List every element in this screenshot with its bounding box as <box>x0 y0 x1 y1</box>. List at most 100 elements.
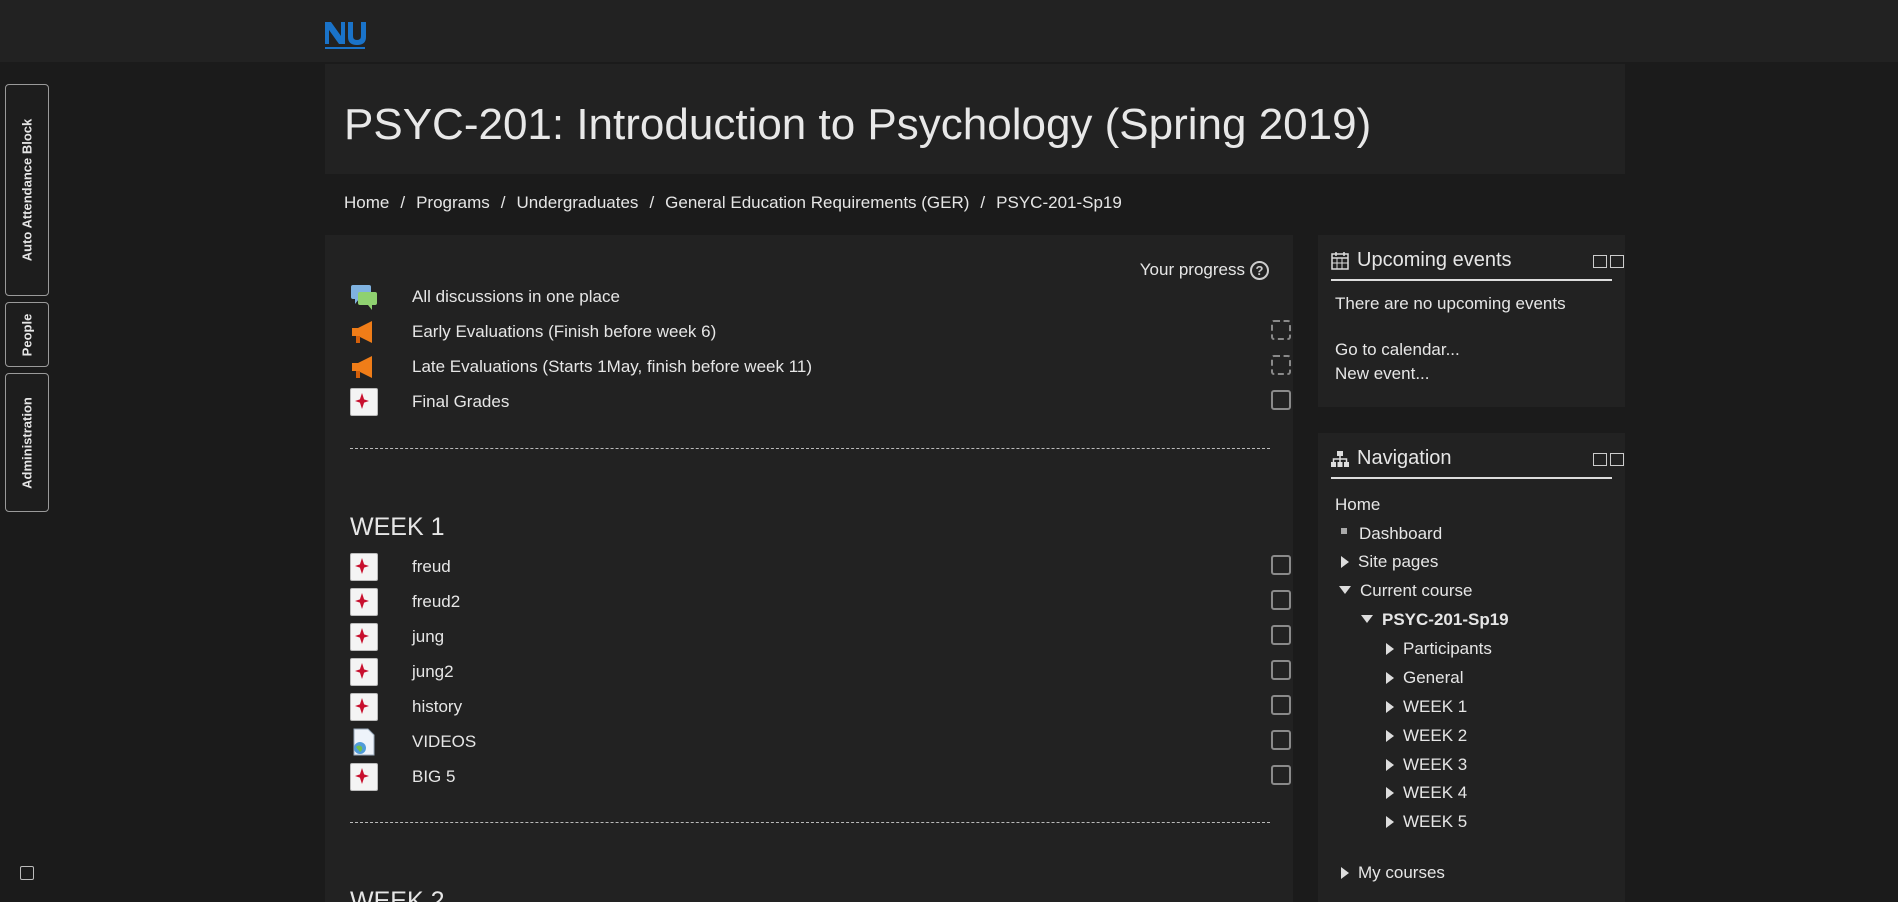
activity-big-5[interactable]: BIG 5 <box>350 763 1291 793</box>
go-to-calendar-link[interactable]: Go to calendar... <box>1335 340 1460 360</box>
expand-arrow-icon <box>1386 643 1394 655</box>
section-title-week-1: WEEK 1 <box>350 513 445 541</box>
activity-label: BIG 5 <box>412 767 456 786</box>
nav-week-2[interactable]: WEEK 2 <box>1386 726 1467 746</box>
site-logo[interactable] <box>323 14 369 52</box>
collapse-icon[interactable] <box>1593 255 1607 268</box>
pdf-icon <box>350 553 378 581</box>
forum-icon <box>351 285 377 310</box>
activity-final-grades[interactable]: Final Grades <box>350 388 1291 418</box>
activity-label: freud <box>412 557 451 576</box>
activity-jung2[interactable]: jung2 <box>350 658 1291 688</box>
top-navbar <box>0 0 1898 62</box>
sitemap-icon <box>1331 451 1349 467</box>
pdf-icon <box>350 388 378 416</box>
expand-arrow-icon <box>1386 672 1394 684</box>
nav-participants[interactable]: Participants <box>1386 639 1492 659</box>
activity-videos[interactable]: VIDEOS <box>350 728 1291 758</box>
nav-week-5[interactable]: WEEK 5 <box>1386 812 1467 832</box>
dock-icon[interactable] <box>1610 255 1624 268</box>
no-events-text: There are no upcoming events <box>1335 294 1566 313</box>
activity-freud2[interactable]: freud2 <box>350 588 1291 618</box>
new-event-link[interactable]: New event... <box>1335 364 1430 384</box>
activity-early-evaluations[interactable]: Early Evaluations (Finish before week 6) <box>350 318 1291 348</box>
block-header: Upcoming events <box>1331 249 1624 281</box>
pdf-icon <box>350 658 378 686</box>
pdf-icon <box>350 693 378 721</box>
breadcrumb-programs[interactable]: Programs <box>416 193 490 212</box>
completion-checkbox[interactable] <box>1271 660 1291 680</box>
expand-arrow-icon <box>1386 701 1394 713</box>
activity-late-evaluations[interactable]: Late Evaluations (Starts 1May, finish be… <box>350 353 1291 383</box>
expand-arrow-icon <box>1341 556 1349 568</box>
nav-label: Site pages <box>1358 552 1439 571</box>
nav-label: Participants <box>1403 639 1492 658</box>
nav-current-course[interactable]: Current course <box>1339 581 1472 601</box>
upcoming-events-block: Upcoming events There are no upcoming ev… <box>1318 235 1625 407</box>
nav-label: WEEK 1 <box>1403 697 1468 716</box>
activity-label: freud2 <box>412 592 461 611</box>
tab-administration[interactable]: Administration <box>5 373 49 512</box>
nav-my-courses[interactable]: My courses <box>1341 863 1445 883</box>
drawer-toggle-icon[interactable] <box>20 866 34 880</box>
nav-label: My courses <box>1358 863 1445 882</box>
activity-all-discussions[interactable]: All discussions in one place <box>350 283 1270 313</box>
pdf-icon <box>350 623 378 651</box>
breadcrumb-separator: / <box>980 193 986 212</box>
activity-label: jung2 <box>412 662 454 681</box>
completion-checkbox[interactable] <box>1271 355 1291 375</box>
breadcrumb-course[interactable]: PSYC-201-Sp19 <box>996 193 1122 212</box>
help-icon[interactable]: ? <box>1250 260 1269 280</box>
nav-home[interactable]: Home <box>1335 495 1380 515</box>
activity-label: All discussions in one place <box>412 287 620 306</box>
dock-icon[interactable] <box>1610 453 1624 466</box>
bullet-icon <box>1341 528 1347 534</box>
nav-site-pages[interactable]: Site pages <box>1341 552 1438 572</box>
completion-checkbox[interactable] <box>1271 590 1291 610</box>
tab-auto-attendance-block[interactable]: Auto Attendance Block <box>5 84 49 296</box>
expand-arrow-icon <box>1341 867 1349 879</box>
nav-week-1[interactable]: WEEK 1 <box>1386 697 1467 717</box>
activity-history[interactable]: history <box>350 693 1291 723</box>
nav-course-psyc-201-sp19[interactable]: PSYC-201-Sp19 <box>1361 610 1509 630</box>
url-icon <box>353 728 375 756</box>
tab-label: Administration <box>19 396 35 489</box>
nav-general[interactable]: General <box>1386 668 1463 688</box>
activity-jung[interactable]: jung <box>350 623 1291 653</box>
page-title: PSYC-201: Introduction to Psychology (Sp… <box>344 100 1372 149</box>
progress-label: Your progress <box>1139 260 1245 279</box>
expand-arrow-icon <box>1386 759 1394 771</box>
completion-checkbox[interactable] <box>1271 390 1291 410</box>
nav-label: General <box>1403 668 1464 687</box>
completion-checkbox[interactable] <box>1271 695 1291 715</box>
nav-label: Current course <box>1360 581 1473 600</box>
nav-week-3[interactable]: WEEK 3 <box>1386 755 1467 775</box>
nav-week-4[interactable]: WEEK 4 <box>1386 783 1467 803</box>
breadcrumb-undergraduates[interactable]: Undergraduates <box>517 193 639 212</box>
activity-label: history <box>412 697 463 716</box>
tab-label: Auto Attendance Block <box>19 118 35 262</box>
section-title-week-2: WEEK 2 <box>350 887 445 902</box>
activity-label: Final Grades <box>412 392 510 411</box>
section-divider <box>350 822 1270 823</box>
completion-checkbox[interactable] <box>1271 625 1291 645</box>
course-content: Your progress ? All discussions in one p… <box>325 235 1293 902</box>
tab-people[interactable]: People <box>5 302 49 367</box>
activity-label: VIDEOS <box>412 732 477 751</box>
breadcrumb-home[interactable]: Home <box>344 193 389 212</box>
activity-freud[interactable]: freud <box>350 553 1291 583</box>
section-divider <box>350 448 1270 449</box>
completion-checkbox[interactable] <box>1271 320 1291 340</box>
nav-label: PSYC-201-Sp19 <box>1382 610 1509 629</box>
completion-checkbox[interactable] <box>1271 765 1291 785</box>
collapse-icon[interactable] <box>1593 453 1607 466</box>
nav-dashboard[interactable]: Dashboard <box>1335 524 1442 544</box>
breadcrumb-separator: / <box>500 193 506 212</box>
megaphone-icon <box>352 321 372 343</box>
block-title: Navigation <box>1357 447 1452 469</box>
breadcrumb-ger[interactable]: General Education Requirements (GER) <box>665 193 969 212</box>
completion-checkbox[interactable] <box>1271 555 1291 575</box>
tab-label: People <box>19 313 35 356</box>
completion-checkbox[interactable] <box>1271 730 1291 750</box>
breadcrumb-separator: / <box>400 193 406 212</box>
